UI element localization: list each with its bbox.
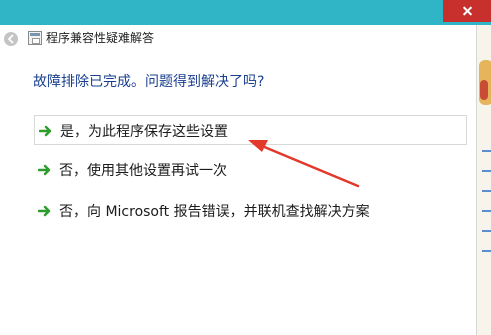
red-annotation-arrow-icon [248,140,360,188]
